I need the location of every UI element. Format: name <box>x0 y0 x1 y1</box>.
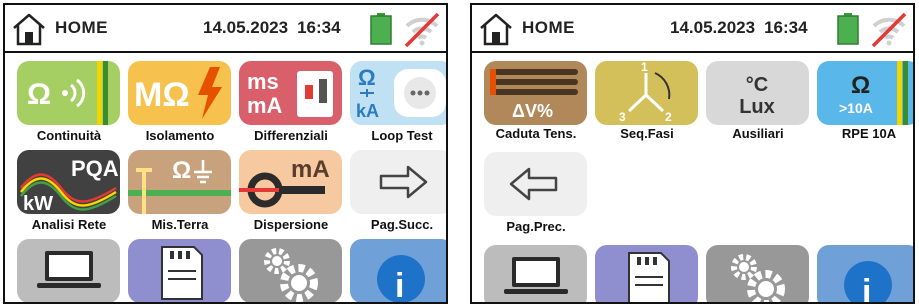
rpe-10a-icon: Ω >10A <box>817 61 913 125</box>
memory-button[interactable] <box>128 239 231 302</box>
svg-text:°C: °C <box>746 74 768 96</box>
svg-text:3: 3 <box>619 110 626 124</box>
svg-text:1: 1 <box>641 61 648 74</box>
earth-resistance-button[interactable]: Ω <box>128 150 231 214</box>
svg-text:MΩ: MΩ <box>134 76 190 114</box>
date-time: 14.05.2023 16:34 <box>670 18 808 38</box>
svg-text:i: i <box>862 273 871 304</box>
voltage-drop-button[interactable]: ΔV% <box>484 61 587 125</box>
home-screen-page-2: HOME 14.05.2023 16:34 ΔV% Caduta Tens. 1… <box>470 3 915 304</box>
tile-label: Caduta Tens. <box>495 126 577 141</box>
home-title: HOME <box>522 18 575 37</box>
info-button[interactable]: i <box>817 245 913 304</box>
wifi-off-icon <box>871 12 907 48</box>
tile-label: Differenziali <box>254 128 328 143</box>
rpe-10a-button[interactable]: Ω >10A <box>817 61 913 125</box>
arrow-right-icon <box>350 150 446 214</box>
rcd-button[interactable]: ms mA <box>239 61 342 125</box>
memory-button[interactable] <box>595 245 698 302</box>
time-label: 16:34 <box>764 18 808 37</box>
info-button[interactable]: i <box>350 239 446 303</box>
tile-label: Pag.Succ. <box>370 217 434 232</box>
auxiliary-button[interactable]: °C Lux <box>706 61 809 125</box>
tile-label: RPE 10A <box>841 126 897 141</box>
date-time: 14.05.2023 16:34 <box>203 18 341 38</box>
previous-page-button[interactable] <box>484 152 587 216</box>
home-icon[interactable] <box>11 11 47 47</box>
info-icon: i <box>350 239 446 303</box>
tile-label: Mis.Terra <box>151 217 209 232</box>
tile-label: Seq.Fasi <box>620 126 674 141</box>
svg-text:i: i <box>395 267 404 303</box>
wifi-off-icon <box>404 12 440 48</box>
info-icon: i <box>817 245 913 304</box>
voltage-drop-icon: ΔV% <box>484 61 587 125</box>
tile-label: Loop Test <box>371 128 433 143</box>
tile-label: Isolamento <box>145 128 215 143</box>
status-bar: HOME 14.05.2023 16:34 <box>472 5 913 53</box>
date-label: 14.05.2023 <box>670 18 756 37</box>
svg-text:>10A: >10A <box>839 100 873 116</box>
laptop-icon <box>484 245 587 302</box>
battery-icon <box>370 13 392 45</box>
insulation-icon: MΩ <box>128 61 231 125</box>
continuity-button[interactable]: Ω <box>17 61 120 125</box>
pc-connection-button[interactable] <box>484 245 587 302</box>
svg-text:kA: kA <box>356 101 379 121</box>
svg-text:Lux: Lux <box>739 96 775 118</box>
tile-label: Dispersione <box>253 217 329 232</box>
battery-icon <box>837 13 859 45</box>
status-bar: HOME 14.05.2023 16:34 <box>5 5 446 53</box>
leakage-clamp-icon: mA <box>239 150 342 214</box>
power-quality-icon: PQA kW <box>17 150 120 214</box>
home-title: HOME <box>55 18 108 37</box>
loop-test-icon: Ω kA <box>350 61 446 125</box>
svg-text:ms: ms <box>247 69 279 94</box>
svg-text:2: 2 <box>665 110 672 124</box>
insulation-button[interactable]: MΩ <box>128 61 231 125</box>
svg-text:Ω: Ω <box>851 72 870 99</box>
memory-card-icon <box>128 239 231 302</box>
laptop-icon <box>17 239 120 302</box>
svg-text:Ω: Ω <box>172 157 191 184</box>
svg-text:ΔV%: ΔV% <box>512 101 553 121</box>
gears-icon <box>239 239 342 302</box>
svg-text:mA: mA <box>247 93 283 118</box>
svg-text:PQA: PQA <box>71 156 119 181</box>
gears-icon <box>706 245 809 302</box>
phase-sequence-icon: 1 2 3 <box>595 61 698 125</box>
svg-text:Ω: Ω <box>27 78 51 111</box>
continuity-icon: Ω <box>17 61 120 125</box>
settings-button[interactable] <box>706 245 809 302</box>
next-page-button[interactable] <box>350 150 446 214</box>
leakage-current-button[interactable]: mA <box>239 150 342 214</box>
pc-connection-button[interactable] <box>17 239 120 302</box>
auxiliary-icon: °C Lux <box>706 61 809 125</box>
svg-text:Ω: Ω <box>358 65 376 90</box>
home-icon[interactable] <box>478 11 514 47</box>
date-label: 14.05.2023 <box>203 18 289 37</box>
tile-label: Ausiliari <box>732 126 784 141</box>
time-label: 16:34 <box>297 18 341 37</box>
earth-resistance-icon: Ω <box>128 150 231 214</box>
settings-button[interactable] <box>239 239 342 302</box>
phase-sequence-button[interactable]: 1 2 3 <box>595 61 698 125</box>
home-screen-page-1: HOME 14.05.2023 16:34 Ω Continuità MΩ Is… <box>3 3 448 304</box>
power-quality-button[interactable]: PQA kW <box>17 150 120 214</box>
rcd-icon: ms mA <box>239 61 342 125</box>
memory-card-icon <box>595 245 698 302</box>
svg-text:kW: kW <box>23 193 53 214</box>
svg-text:mA: mA <box>291 156 330 183</box>
tile-label: Analisi Rete <box>31 217 107 232</box>
tile-label: Continuità <box>36 128 102 143</box>
loop-test-button[interactable]: Ω kA <box>350 61 446 125</box>
tile-label: Pag.Prec. <box>506 219 566 234</box>
arrow-left-icon <box>484 152 587 216</box>
